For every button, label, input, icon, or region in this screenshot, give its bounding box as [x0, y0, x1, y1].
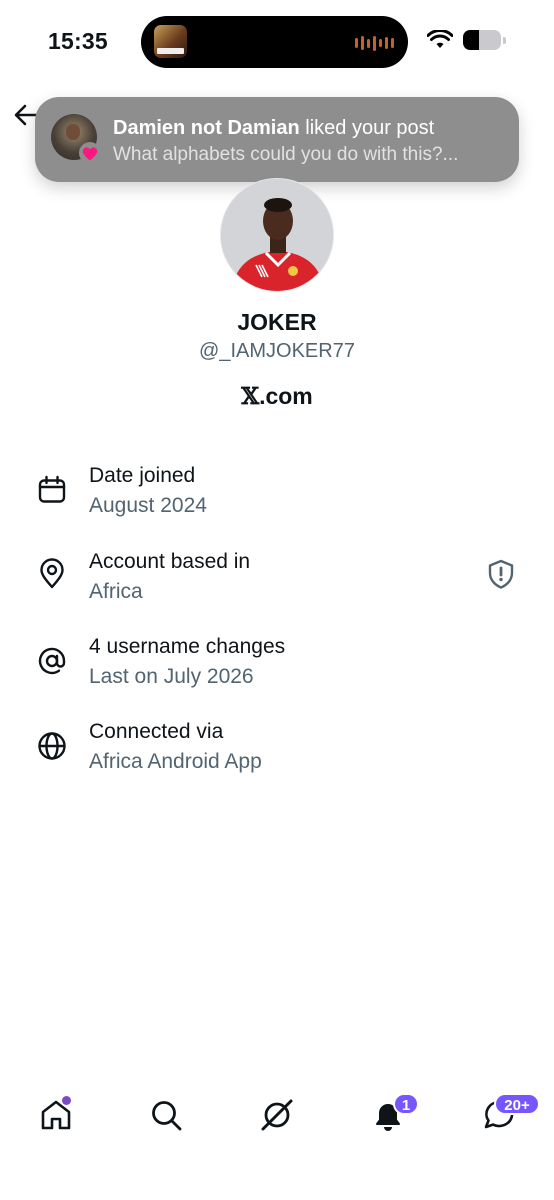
x-logo-icon: 𝕏 [241, 383, 260, 410]
search-icon[interactable] [146, 1095, 186, 1135]
profile-site[interactable]: 𝕏.com [0, 383, 554, 410]
site-suffix: .com [259, 383, 313, 409]
info-value: Africa Android App [89, 750, 262, 773]
avatar-photo [221, 179, 333, 291]
info-value: Last on July 2026 [89, 665, 254, 688]
wifi-icon [427, 30, 453, 48]
battery-icon [463, 30, 501, 50]
info-label: 4 username changes [89, 635, 286, 658]
calendar-icon [38, 475, 66, 503]
status-time: 15:35 [48, 28, 108, 54]
at-sign-icon [38, 647, 66, 675]
now-playing-artwork [154, 25, 187, 58]
like-notification-banner[interactable]: Damien not Damian liked your post What a… [35, 97, 519, 182]
home-new-dot [62, 1096, 71, 1105]
messages-badge: 20+ [494, 1093, 540, 1115]
dynamic-island[interactable] [141, 16, 408, 68]
profile-handle: @_IAMJOKER77 [199, 340, 355, 362]
heart-icon [79, 142, 101, 164]
info-label: Account based in [89, 550, 251, 573]
notifications-badge: 1 [393, 1093, 419, 1115]
globe-icon [38, 732, 66, 760]
audio-waveform-icon [355, 35, 394, 51]
info-value: Africa [89, 580, 143, 603]
profile-name: JOKER [237, 309, 317, 335]
notification-preview: What alphabets could you do with this?..… [113, 144, 459, 165]
notification-title: Damien not Damian liked your post [113, 117, 434, 140]
info-label: Connected via [89, 720, 224, 743]
notification-actor: Damien not Damian [113, 117, 300, 139]
profile-avatar[interactable] [220, 178, 334, 292]
location-pin-icon [40, 558, 64, 589]
info-label: Date joined [89, 464, 196, 487]
grok-icon[interactable] [257, 1095, 297, 1135]
status-indicators [427, 30, 506, 50]
notification-action: liked your post [305, 117, 435, 139]
info-value: August 2024 [89, 494, 207, 517]
shield-alert-icon[interactable] [486, 558, 516, 590]
